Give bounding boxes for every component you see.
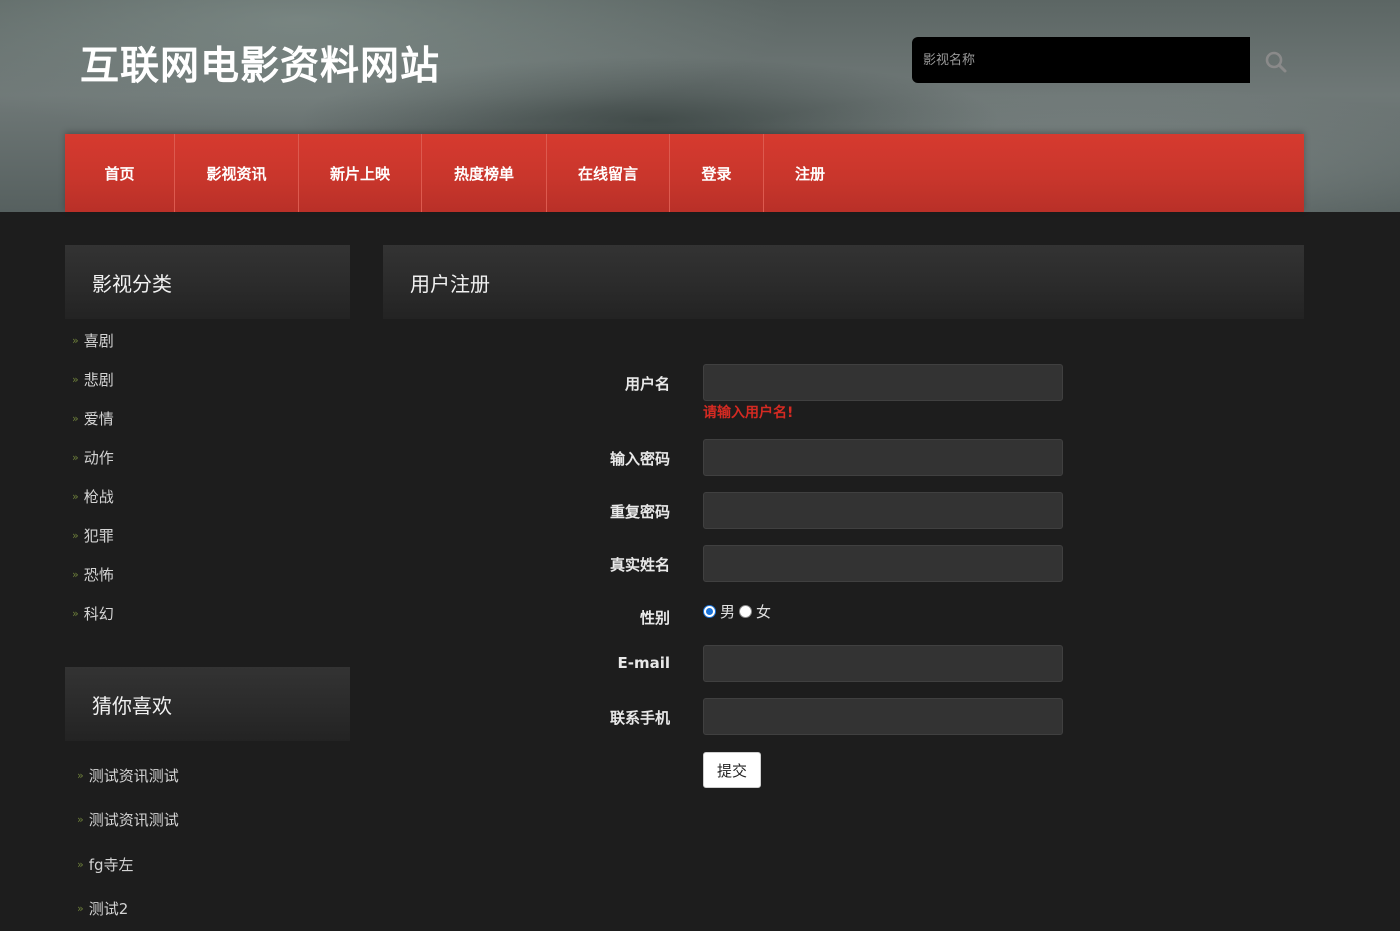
- nav-item-rankings[interactable]: 热度榜单: [422, 134, 547, 212]
- bullet-icon: »: [77, 813, 84, 827]
- bullet-icon: »: [72, 334, 79, 347]
- nav-item-register[interactable]: 注册: [764, 134, 856, 212]
- bullet-icon: »: [77, 902, 84, 916]
- category-item[interactable]: » 动作: [72, 438, 114, 477]
- bullet-icon: »: [77, 768, 84, 782]
- bullet-icon: »: [72, 451, 79, 464]
- register-heading: 用户注册: [383, 245, 1304, 319]
- site-title[interactable]: 互联网电影资料网站: [80, 40, 440, 94]
- phone-label: 联系手机: [609, 709, 670, 727]
- nav-item-new-releases[interactable]: 新片上映: [299, 134, 422, 212]
- email-input[interactable]: [703, 645, 1063, 682]
- password-label: 输入密码: [609, 450, 670, 468]
- phone-input[interactable]: [703, 698, 1063, 735]
- page-title: 用户注册: [410, 271, 490, 296]
- repeat-password-label: 重复密码: [609, 503, 670, 521]
- username-input[interactable]: [703, 364, 1063, 401]
- category-item[interactable]: » 爱情: [72, 399, 114, 438]
- bullet-icon: »: [72, 568, 79, 581]
- gender-male-label[interactable]: 男: [720, 601, 735, 622]
- main-nav: 首页 影视资讯 新片上映 热度榜单 在线留言 登录 注册: [65, 134, 1304, 212]
- categories-title: 影视分类: [92, 271, 172, 296]
- bullet-icon: »: [72, 412, 79, 425]
- real-name-label: 真实姓名: [609, 556, 670, 574]
- nav-item-news[interactable]: 影视资讯: [175, 134, 299, 212]
- search-icon[interactable]: [1262, 48, 1290, 76]
- category-list: » 喜剧 » 悲剧 » 爱情 » 动作 » 枪战 » 犯罪 » 恐怖 » 科幻: [72, 321, 114, 633]
- category-item[interactable]: » 悲剧: [72, 360, 114, 399]
- bullet-icon: »: [72, 373, 79, 386]
- gender-label: 性别: [639, 609, 670, 627]
- gender-female-label[interactable]: 女: [756, 601, 771, 622]
- category-item[interactable]: » 喜剧: [72, 321, 114, 360]
- username-error: 请输入用户名!: [703, 405, 794, 421]
- category-item[interactable]: » 科幻: [72, 594, 114, 633]
- nav-item-home[interactable]: 首页: [65, 134, 175, 212]
- recommendation-item[interactable]: » fg寺左: [77, 842, 179, 887]
- nav-item-login[interactable]: 登录: [670, 134, 764, 212]
- nav-item-messages[interactable]: 在线留言: [547, 134, 670, 212]
- bullet-icon: »: [72, 529, 79, 542]
- gender-male-radio[interactable]: [703, 605, 716, 618]
- category-item[interactable]: » 枪战: [72, 477, 114, 516]
- gender-female-radio[interactable]: [739, 605, 753, 618]
- password-input[interactable]: [703, 439, 1063, 476]
- recommendation-list: » 测试资讯测试 » 测试资讯测试 » fg寺左 » 测试2: [77, 753, 179, 931]
- bullet-icon: »: [72, 607, 79, 620]
- search-input[interactable]: [912, 37, 1250, 83]
- category-item[interactable]: » 犯罪: [72, 516, 114, 555]
- recommendation-item[interactable]: » 测试2: [77, 887, 179, 931]
- categories-heading: 影视分类: [65, 245, 350, 319]
- recommendation-item[interactable]: » 测试资讯测试: [77, 753, 179, 798]
- bullet-icon: »: [72, 490, 79, 503]
- recommendations-title: 猜你喜欢: [92, 693, 172, 718]
- category-item[interactable]: » 恐怖: [72, 555, 114, 594]
- real-name-input[interactable]: [703, 545, 1063, 582]
- gender-radio-group: 男 女: [703, 601, 775, 622]
- username-label: 用户名: [624, 375, 670, 393]
- submit-button[interactable]: 提交: [703, 752, 761, 788]
- repeat-password-input[interactable]: [703, 492, 1063, 529]
- recommendation-item[interactable]: » 测试资讯测试: [77, 798, 179, 843]
- email-label: E-mail: [617, 654, 670, 672]
- recommendations-heading: 猜你喜欢: [65, 667, 350, 741]
- bullet-icon: »: [77, 857, 84, 871]
